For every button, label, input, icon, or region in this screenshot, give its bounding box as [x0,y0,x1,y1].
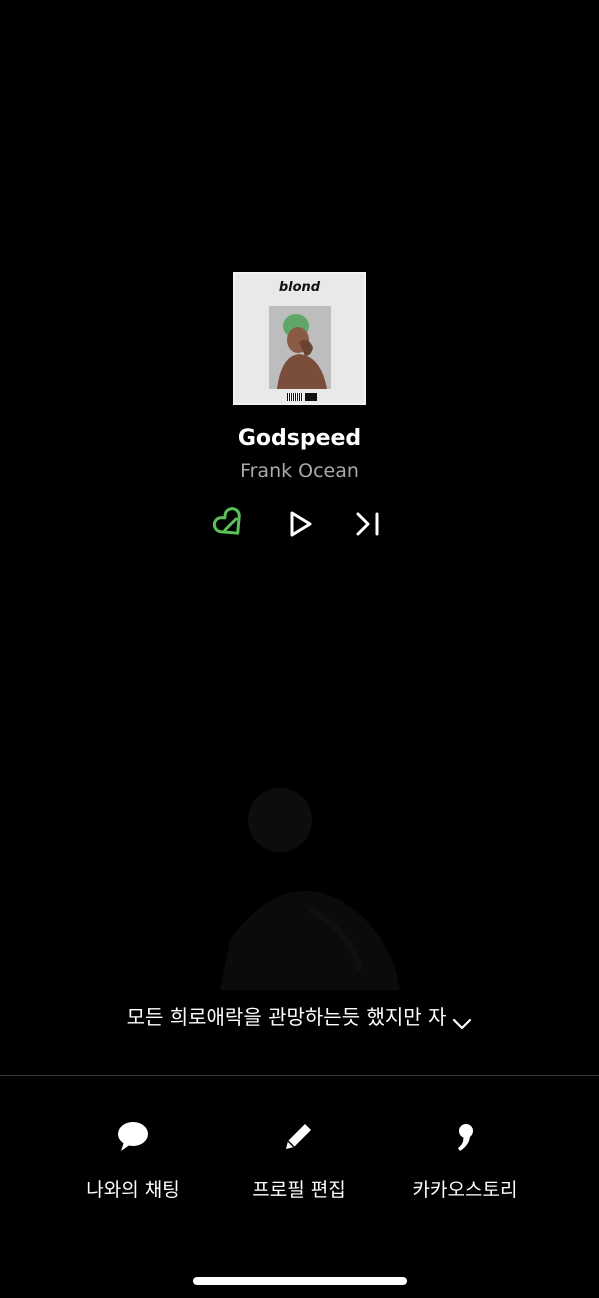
kakaostory-label: 카카오스토리 [412,1179,518,1201]
chat-bubble-icon [115,1118,151,1154]
album-barcode [287,393,303,401]
status-message-text: 모든 희로애락을 관망하는듯 했지만 자 [126,1005,447,1029]
track-title: Godspeed [237,426,362,451]
playback-controls [0,503,599,545]
skip-next-icon [356,512,379,536]
profile-actions: 나와의 채팅 프로필 편집 카카오스토리 [0,1110,599,1210]
home-indicator[interactable] [193,1277,407,1285]
play-button[interactable] [279,503,321,545]
kakaostory-button[interactable]: 카카오스토리 [380,1110,550,1210]
album-cover[interactable]: blond [233,272,366,405]
comma-icon [447,1118,483,1154]
edit-profile-label: 프로필 편집 [252,1179,346,1201]
profile-status-message[interactable]: 모든 희로애락을 관망하는듯 했지만 자 [0,1001,599,1030]
my-chat-label: 나와의 채팅 [86,1179,180,1201]
play-icon [290,511,312,537]
album-cover-title: blond [278,280,321,295]
album-photo [269,306,331,389]
track-artist: Frank Ocean [240,460,359,482]
my-chat-button[interactable]: 나와의 채팅 [48,1110,218,1210]
heart-broken-icon [212,507,241,535]
divider [0,1075,599,1076]
pencil-icon [281,1118,317,1154]
next-button[interactable] [347,503,389,545]
album-art: blond [235,274,364,403]
album-advisory-label [305,393,317,401]
edit-profile-button[interactable]: 프로필 편집 [214,1110,384,1210]
like-button[interactable] [209,503,251,545]
background-photo [190,760,410,1000]
chevron-down-icon [452,1012,472,1029]
